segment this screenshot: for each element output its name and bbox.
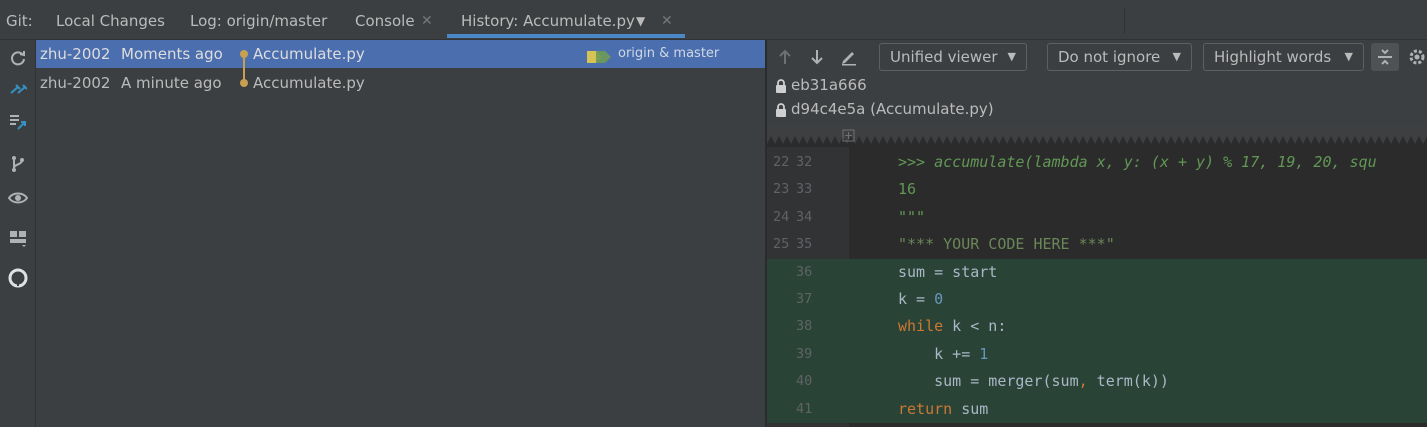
collapse-unchanged-icon[interactable] bbox=[1371, 43, 1399, 71]
compare-icon[interactable] bbox=[6, 78, 30, 102]
gear-icon[interactable] bbox=[1403, 43, 1427, 71]
git-label: Git: bbox=[6, 12, 33, 30]
commit-author: zhu-2002 bbox=[40, 45, 111, 63]
commit-file: Accumulate.py bbox=[253, 45, 365, 63]
tab-console[interactable]: Console bbox=[355, 0, 415, 40]
previous-difference-icon[interactable] bbox=[771, 43, 799, 71]
tab-log[interactable]: Log: origin/master bbox=[190, 0, 327, 40]
code-text: >>> accumulate(lambda x, y: (x + y) % 17… bbox=[898, 153, 1377, 171]
lock-icon bbox=[776, 102, 786, 117]
history-list: zhu-2002 Moments ago Accumulate.py origi… bbox=[36, 40, 765, 427]
commit-graph-node bbox=[240, 50, 248, 58]
target-revision: d94c4e5a (Accumulate.py) bbox=[775, 97, 994, 121]
code-line: 25 35 "*** YOUR CODE HERE ***" bbox=[767, 231, 1427, 258]
github-icon[interactable] bbox=[6, 266, 30, 290]
commit-author: zhu-2002 bbox=[40, 74, 111, 92]
tag-label: origin & master bbox=[618, 46, 720, 61]
diff-editor[interactable]: 22 32 >>> accumulate(lambda x, y: (x + y)… bbox=[767, 147, 1427, 427]
compare-list-icon[interactable] bbox=[6, 110, 30, 134]
added-code-line: 40 sum = merger(sum, term(k)) bbox=[767, 368, 1427, 396]
layout-icon[interactable] bbox=[6, 226, 30, 250]
code-text: "*** YOUR CODE HERE ***" bbox=[898, 235, 1115, 254]
chevron-down-icon: ▼ bbox=[1344, 50, 1353, 63]
active-tab-underline bbox=[447, 34, 685, 38]
added-code-line: 36 sum = start bbox=[767, 258, 1427, 286]
history-row[interactable]: zhu-2002 A minute ago Accumulate.py bbox=[36, 69, 765, 97]
history-toolbar bbox=[0, 40, 36, 427]
tab-local-changes[interactable]: Local Changes bbox=[56, 0, 165, 40]
base-revision-hash: eb31a666 bbox=[791, 76, 867, 94]
tabbar-separator bbox=[1124, 8, 1125, 34]
eye-icon[interactable] bbox=[6, 186, 30, 210]
highlight-select[interactable]: Highlight words ▼ bbox=[1203, 43, 1364, 71]
chevron-down-icon: ▼ bbox=[1007, 50, 1016, 63]
edit-source-icon[interactable] bbox=[835, 43, 863, 71]
code-text: k += 1 bbox=[898, 344, 989, 363]
commit-graph-node bbox=[240, 79, 248, 87]
history-row[interactable]: zhu-2002 Moments ago Accumulate.py origi… bbox=[36, 40, 765, 68]
code-line: 24 34 """ bbox=[767, 204, 1427, 231]
code-text: while k < n: bbox=[898, 317, 1007, 336]
code-text: return sum bbox=[898, 399, 989, 418]
tool-window-tabbar: Git: Local Changes Log: origin/master Co… bbox=[0, 0, 1427, 40]
highlight-select-value: Highlight words bbox=[1214, 48, 1332, 66]
diff-pane: Unified viewer ▼ Do not ignore ▼ Highlig… bbox=[767, 40, 1427, 427]
tag-icon bbox=[586, 46, 614, 63]
chevron-down-icon: ▼ bbox=[1172, 50, 1181, 63]
next-difference-icon[interactable] bbox=[803, 43, 831, 71]
commit-time: A minute ago bbox=[121, 74, 222, 92]
lock-icon bbox=[776, 78, 786, 93]
code-text: sum = merger(sum, term(k)) bbox=[898, 372, 1169, 391]
ignore-whitespace-select[interactable]: Do not ignore ▼ bbox=[1047, 43, 1192, 71]
base-revision: eb31a666 bbox=[775, 73, 867, 97]
commit-file: Accumulate.py bbox=[253, 74, 365, 92]
code-text: """ bbox=[898, 207, 926, 226]
ignore-select-value: Do not ignore bbox=[1058, 48, 1161, 66]
code-text: 16 bbox=[898, 180, 917, 199]
viewer-select[interactable]: Unified viewer ▼ bbox=[879, 43, 1027, 71]
code-line: 23 33 16 bbox=[767, 176, 1427, 203]
code-line: 22 32 >>> accumulate(lambda x, y: (x + y)… bbox=[767, 149, 1427, 176]
refresh-icon[interactable] bbox=[6, 46, 30, 70]
viewer-select-value: Unified viewer bbox=[890, 48, 998, 66]
branch-icon[interactable] bbox=[6, 152, 30, 176]
code-text: k = 0 bbox=[898, 290, 944, 308]
close-console-tab-icon[interactable]: ✕ bbox=[421, 0, 433, 40]
target-revision-hash: d94c4e5a (Accumulate.py) bbox=[791, 100, 994, 118]
diff-toolbar: Unified viewer ▼ Do not ignore ▼ Highlig… bbox=[767, 40, 1427, 74]
added-code-line: 41 return sum bbox=[767, 395, 1427, 423]
commit-time: Moments ago bbox=[121, 45, 223, 63]
added-code-line: 38 while k < n: bbox=[767, 313, 1427, 341]
collapsed-region-separator bbox=[767, 125, 1427, 147]
added-code-line: 39 k += 1 bbox=[767, 340, 1427, 369]
code-text: sum = start bbox=[898, 262, 998, 281]
added-code-line: 37 k = 0 bbox=[767, 286, 1427, 314]
